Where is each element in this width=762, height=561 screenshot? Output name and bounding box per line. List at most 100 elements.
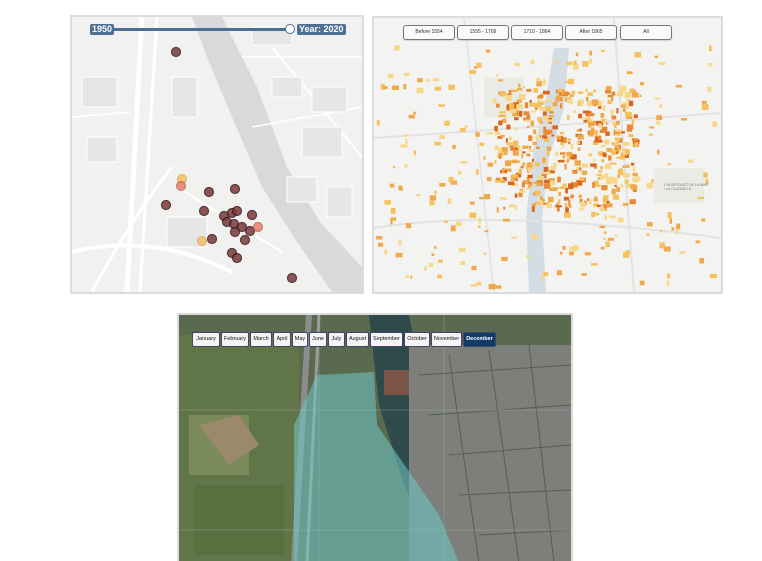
building bbox=[426, 79, 430, 82]
month-button-april[interactable]: April bbox=[273, 332, 291, 347]
building bbox=[505, 95, 513, 101]
building bbox=[656, 149, 660, 155]
building bbox=[548, 129, 553, 134]
building bbox=[624, 111, 632, 118]
building bbox=[521, 181, 525, 188]
building bbox=[518, 83, 521, 88]
building bbox=[528, 135, 533, 142]
building bbox=[392, 165, 396, 169]
building bbox=[656, 115, 663, 120]
building bbox=[635, 176, 641, 181]
building bbox=[558, 191, 561, 196]
building bbox=[571, 90, 576, 95]
building bbox=[524, 102, 529, 109]
building bbox=[555, 151, 559, 156]
building bbox=[403, 72, 410, 76]
building bbox=[486, 132, 494, 135]
building bbox=[494, 125, 498, 132]
building bbox=[544, 161, 548, 166]
building-period-map-panel[interactable]: Before 1554 1555 - 1709 1710 - 1864 Afte… bbox=[372, 16, 723, 294]
base-map bbox=[72, 17, 362, 292]
month-button-november[interactable]: November bbox=[431, 332, 462, 347]
month-button-august[interactable]: August bbox=[346, 332, 369, 347]
building bbox=[688, 159, 694, 163]
building bbox=[519, 94, 526, 97]
period-button-before-1554[interactable]: Before 1554 bbox=[403, 25, 455, 40]
building bbox=[624, 179, 629, 184]
month-button-july[interactable]: July bbox=[328, 332, 345, 347]
building bbox=[532, 141, 538, 146]
year-slider-track[interactable] bbox=[112, 28, 290, 31]
building bbox=[410, 275, 413, 279]
building bbox=[622, 165, 630, 168]
building bbox=[546, 146, 552, 152]
building bbox=[631, 119, 635, 125]
building bbox=[398, 239, 402, 246]
building bbox=[544, 179, 551, 184]
building bbox=[444, 120, 450, 126]
period-button-all[interactable]: All bbox=[620, 25, 672, 40]
building bbox=[625, 250, 630, 256]
slider-start-year: 1950 bbox=[90, 24, 115, 35]
building bbox=[590, 163, 596, 167]
building bbox=[611, 149, 617, 156]
building bbox=[438, 259, 443, 263]
building bbox=[534, 190, 541, 196]
building bbox=[578, 91, 584, 94]
building bbox=[460, 161, 468, 164]
building bbox=[626, 127, 633, 132]
building bbox=[458, 247, 466, 252]
building bbox=[579, 177, 585, 181]
month-button-june[interactable]: June bbox=[309, 332, 327, 347]
building bbox=[499, 92, 507, 97]
building bbox=[634, 52, 642, 58]
year-slider-handle[interactable] bbox=[285, 24, 295, 34]
building bbox=[573, 245, 579, 251]
month-button-december[interactable]: December bbox=[463, 332, 496, 347]
building bbox=[438, 104, 445, 107]
monthly-satellite-map-panel[interactable]: January February March April May June July Augu… bbox=[177, 313, 573, 561]
building bbox=[540, 274, 544, 280]
building bbox=[505, 138, 508, 143]
building bbox=[591, 99, 599, 105]
building bbox=[514, 117, 519, 121]
month-button-september[interactable]: September bbox=[370, 332, 403, 347]
period-button-after-1865[interactable]: After 1865 bbox=[565, 25, 617, 40]
building bbox=[576, 141, 580, 145]
building bbox=[560, 142, 563, 145]
period-button-1555-1709[interactable]: 1555 - 1709 bbox=[457, 25, 509, 40]
building bbox=[614, 145, 621, 149]
building bbox=[525, 119, 531, 122]
month-button-february[interactable]: February bbox=[221, 332, 249, 347]
building bbox=[512, 150, 519, 156]
building bbox=[511, 89, 514, 92]
slider-current-year: Year: 2020 bbox=[297, 24, 346, 35]
building bbox=[514, 178, 518, 181]
month-button-october[interactable]: October bbox=[404, 332, 430, 347]
building bbox=[556, 135, 562, 140]
month-button-january[interactable]: January bbox=[192, 332, 220, 347]
building bbox=[658, 62, 666, 65]
building bbox=[567, 114, 570, 121]
building bbox=[669, 218, 672, 224]
building bbox=[376, 120, 380, 126]
building bbox=[478, 217, 481, 224]
month-button-march[interactable]: March bbox=[250, 332, 272, 347]
month-button-may[interactable]: May bbox=[292, 332, 308, 347]
building bbox=[499, 111, 506, 114]
building bbox=[483, 156, 486, 160]
building bbox=[558, 186, 565, 190]
building bbox=[626, 163, 629, 166]
building bbox=[536, 182, 542, 187]
building bbox=[522, 162, 526, 166]
building bbox=[626, 71, 633, 75]
building bbox=[587, 92, 593, 97]
building bbox=[500, 179, 504, 182]
building bbox=[603, 237, 606, 240]
building bbox=[500, 134, 505, 138]
period-button-1710-1864[interactable]: 1710 - 1864 bbox=[511, 25, 563, 40]
building bbox=[656, 120, 661, 125]
building bbox=[593, 89, 597, 93]
timeline-map-panel[interactable]: 1950 Year: 2020 bbox=[70, 15, 364, 294]
building bbox=[479, 196, 484, 200]
